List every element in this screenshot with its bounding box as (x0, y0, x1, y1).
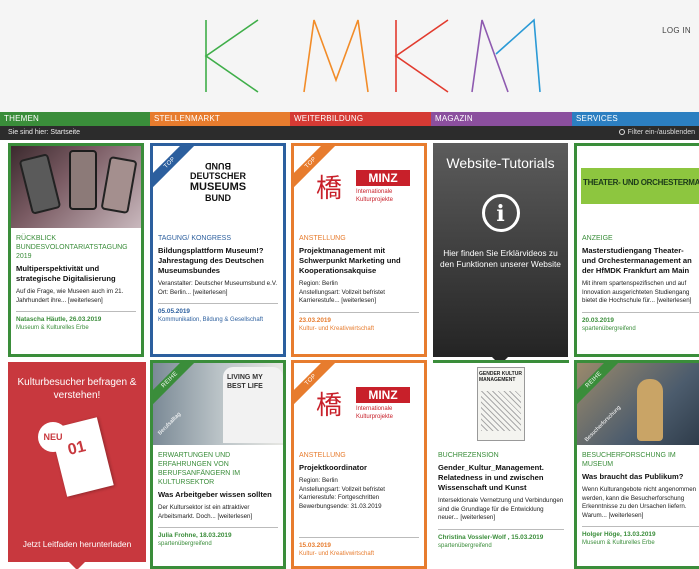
minz-logo-glyph: 橋 (316, 391, 343, 421)
teaser-meta: Natascha Häutle, 26.03.2019 (16, 316, 102, 323)
teaser-title[interactable]: Bildungsplattform Museum!? Jahrestagung … (158, 246, 278, 276)
divider (299, 537, 419, 538)
search-icon (618, 129, 625, 135)
teaser-category[interactable]: Museum & Kulturelles Erbe (16, 325, 136, 331)
minz-logo-glyph: 橋 (316, 174, 343, 204)
teaser-card[interactable]: THEATER- UND ORCHESTERMANAGEMENT ANZEIGE… (574, 143, 699, 357)
series-ribbon: REIHE (153, 363, 213, 423)
teaser-card[interactable]: REIHE Besucherforschung BESUCHERFORSCHUN… (574, 360, 699, 569)
teaser-text: Intersektionale Vernetzung und Verbindun… (438, 497, 564, 521)
divider (582, 311, 699, 313)
teaser-text: Veranstalter: Deutscher Museumsbund e.V.… (158, 280, 278, 296)
shirt-print: LIVING MY BEST LIFE (227, 374, 263, 390)
teaser-meta: Julia Frohne, 18.03.2019 (158, 532, 232, 539)
top-ribbon: TOP (153, 146, 213, 206)
teaser-meta: Holger Höge, 13.03.2019 (582, 531, 656, 538)
teaser-title[interactable]: Was braucht das Publikum? (582, 472, 699, 482)
teaser-kicker: ERWARTUNGEN UND ERFAHRUNGEN VON BERUFSAN… (158, 452, 241, 486)
teaser-meta: 15.03.2019 (299, 542, 331, 549)
teaser-title[interactable]: Projektmanagement mit Schwerpunkt Market… (299, 246, 419, 276)
tutorials-title: Website-Tutorials (446, 155, 555, 171)
teaser-image (11, 146, 141, 228)
teaser-category[interactable]: spartenübergreifend (438, 543, 564, 549)
teaser-image: GENDER KULTUR MANAGEMENT (433, 363, 569, 445)
divider (158, 527, 278, 528)
divider (158, 303, 278, 304)
teaser-image: TOP BUND DEUTSCHER MUSEUMS BUND (153, 146, 283, 228)
nav-item-weiterbildung[interactable]: WEITERBILDUNG (290, 112, 431, 126)
teaser-kicker: ANSTELLUNG (299, 452, 346, 459)
site-logo[interactable] (196, 10, 546, 102)
minz-logo-name: MINZ (356, 170, 410, 186)
teaser-meta: 20.03.2019 (582, 316, 614, 324)
teaser-image: TOP 橋 MINZ Internationale Kulturprojekte (294, 363, 424, 445)
teaser-card[interactable]: TOP 橋 MINZ Internationale Kulturprojekte… (291, 360, 427, 569)
teaser-meta: 23.03.2019 (299, 316, 331, 324)
survey-guide-cta[interactable]: Jetzt Leitfaden herunterladen (8, 539, 146, 550)
teaser-title[interactable]: Multiperspektivität und strategische Dig… (16, 264, 136, 284)
teaser-category[interactable]: spartenübergreifend (158, 541, 278, 547)
teaser-kicker: BUCHREZENSION (438, 452, 499, 459)
teaser-kicker: ANSTELLUNG (299, 235, 346, 242)
teaser-text: Auf die Frage, wie Museen auch im 21. Ja… (16, 288, 124, 304)
nav-item-services[interactable]: SERVICES (572, 112, 699, 126)
teaser-text: Der Kultursektor ist ein attraktiver Arb… (158, 504, 253, 520)
tutorials-tile[interactable]: Website-Tutorials i Hier finden Sie Erkl… (433, 143, 568, 365)
breadcrumb-bar: Sie sind hier: Startseite Filter ein-/au… (0, 126, 699, 140)
teaser-card[interactable]: REIHE LIVING MY BEST LIFE Berufsalltag E… (150, 360, 286, 569)
teaser-text: Wenn Kulturangebote nicht angenommen wer… (582, 486, 697, 519)
teaser-kicker: ANZEIGE (582, 235, 613, 242)
teaser-kicker: RÜCKBLICK BUNDESVOLONTARIATSTAGUNG 2019 (16, 235, 128, 260)
teaser-title[interactable]: Was Arbeitgeber wissen sollten (158, 490, 278, 500)
tutorials-text: Hier finden Sie Erklärvideos zu den Funk… (440, 248, 561, 269)
teaser-card[interactable]: RÜCKBLICK BUNDESVOLONTARIATSTAGUNG 2019 … (8, 143, 144, 357)
teaser-card[interactable]: TOP 橋 MINZ Internationale Kulturprojekte… (291, 143, 427, 357)
teaser-category[interactable]: Kultur- und Kreativwirtschaft (299, 551, 419, 557)
divider (582, 526, 699, 527)
info-icon: i (481, 194, 520, 232)
teaser-image: REIHE LIVING MY BEST LIFE Berufsalltag (153, 363, 283, 445)
teaser-meta: Christina Vossler-Wolf , 15.03.2019 (438, 533, 544, 541)
teaser-category[interactable]: spartenübergreifend (582, 326, 699, 332)
teaser-text: Region: Berlin Anstellungsart: Vollzeit b… (299, 280, 385, 304)
minz-logo-sub: Internationale Kulturprojekte (356, 189, 394, 203)
survey-guide-tile[interactable]: Kulturbesucher befragen & verstehen! 01 … (8, 362, 146, 569)
breadcrumb: Sie sind hier: Startseite (8, 129, 80, 136)
divider (438, 528, 564, 530)
teaser-text: Region: Berlin Anstellungsart: Vollzeit b… (299, 477, 385, 510)
teaser-title[interactable]: Projektkoordinator (299, 463, 419, 473)
banner-text: THEATER- UND ORCHESTERMANAGEMENT (583, 178, 699, 187)
main-nav: THEMEN STELLENMARKT WEITERBILDUNG MAGAZI… (0, 112, 699, 126)
teaser-kicker: TAGUNG/ KONGRESS (158, 235, 231, 242)
new-badge: NEU (38, 422, 68, 452)
filter-toggle[interactable]: Filter ein-/ausblenden (618, 126, 695, 140)
site-header: LOG IN (0, 0, 699, 112)
teaser-image: REIHE Besucherforschung (577, 363, 699, 445)
teaser-text: Mit ihrem spartenspezifischen und auf In… (582, 280, 692, 304)
teaser-image: TOP 橋 MINZ Internationale Kulturprojekte (294, 146, 424, 228)
minz-logo-name: MINZ (356, 387, 410, 403)
teaser-title[interactable]: Gender_Kultur_Management. Relatedness in… (438, 463, 564, 493)
teaser-card[interactable]: TOP BUND DEUTSCHER MUSEUMS BUND TAGUNG/ … (150, 143, 286, 357)
book-cover-title: GENDER KULTUR MANAGEMENT (479, 371, 522, 383)
teaser-kicker: BESUCHERFORSCHUNG IM MUSEUM (582, 452, 676, 468)
divider (299, 311, 419, 313)
survey-guide-title: Kulturbesucher befragen & verstehen! (17, 377, 137, 401)
teaser-meta: 05.05.2019 (158, 308, 190, 315)
login-link[interactable]: LOG IN (662, 26, 691, 35)
teaser-category[interactable]: Museum & Kulturelles Erbe (582, 540, 699, 546)
teaser-category[interactable]: Kommunikation, Bildung & Gesellschaft (158, 317, 278, 323)
teaser-category[interactable]: Kultur- und Kreativwirtschaft (299, 326, 419, 332)
content-grid: RÜCKBLICK BUNDESVOLONTARIATSTAGUNG 2019 … (0, 140, 699, 569)
divider (16, 311, 136, 312)
nav-item-magazin[interactable]: MAGAZIN (431, 112, 572, 126)
logo-text-line: BUND (205, 161, 231, 171)
teaser-title[interactable]: Masterstudiengang Theater- und Orchester… (582, 246, 699, 276)
tile-notch (68, 561, 86, 569)
nav-item-themen[interactable]: THEMEN (0, 112, 150, 126)
minz-logo-sub: Internationale Kulturprojekte (356, 406, 394, 420)
teaser-image: THEATER- UND ORCHESTERMANAGEMENT (577, 146, 699, 228)
nav-item-stellenmarkt[interactable]: STELLENMARKT (150, 112, 290, 126)
teaser-card[interactable]: GENDER KULTUR MANAGEMENT BUCHREZENSION G… (433, 360, 569, 569)
